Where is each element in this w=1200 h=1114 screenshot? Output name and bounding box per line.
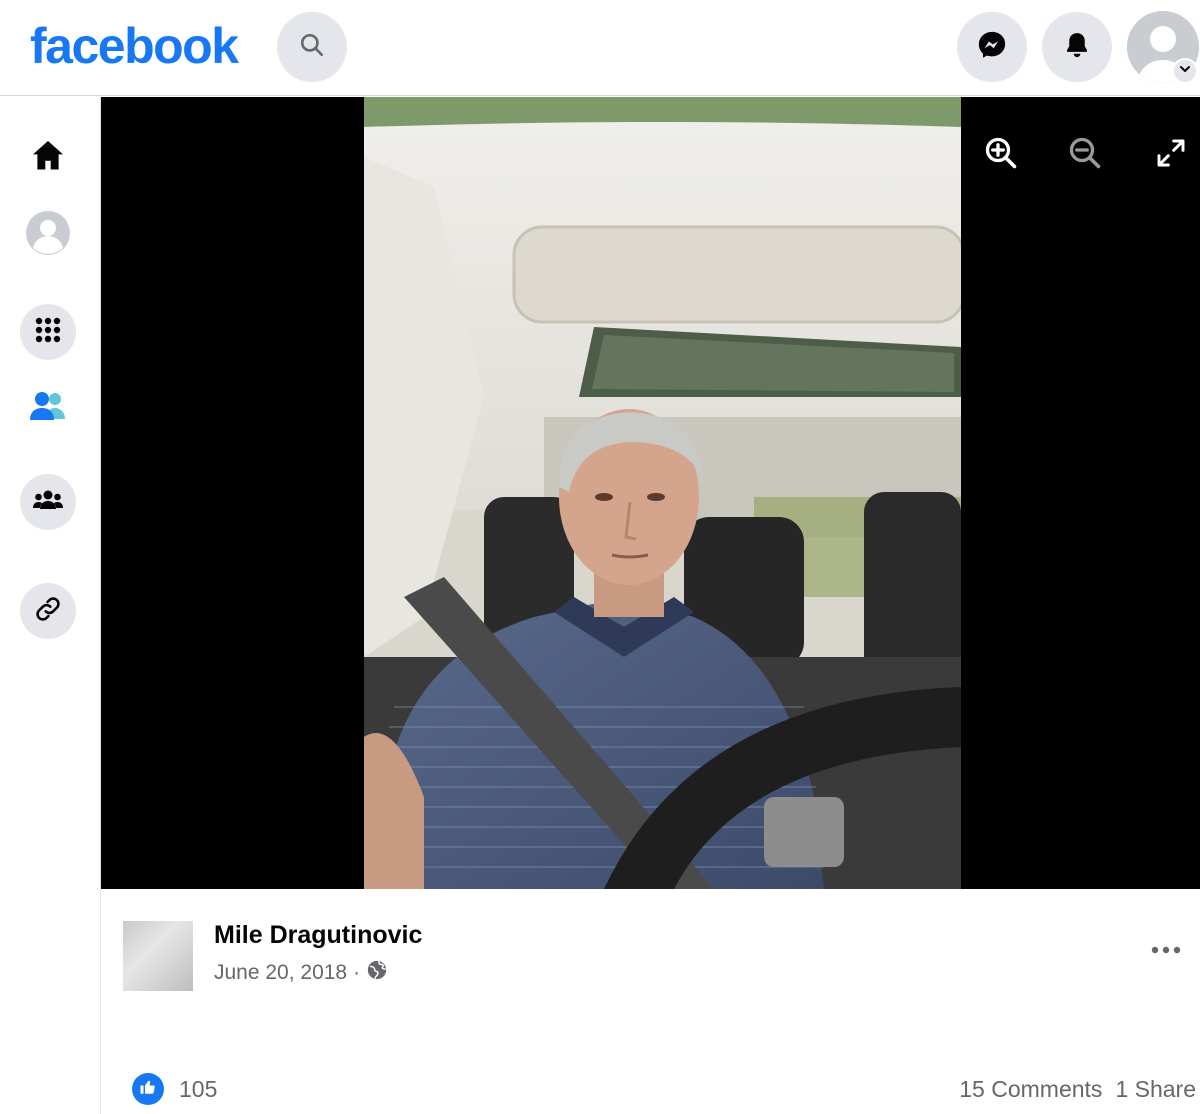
apps-grid-icon: [33, 315, 63, 350]
photo-viewer: [101, 97, 1200, 889]
post-date[interactable]: June 20, 2018: [214, 961, 347, 985]
account-menu-chevron[interactable]: [1172, 58, 1198, 84]
home-icon: [29, 137, 67, 180]
fullscreen-button[interactable]: [1151, 135, 1191, 175]
messenger-icon: [976, 29, 1008, 66]
top-navigation-bar: facebook: [0, 0, 1200, 96]
more-horizontal-icon: [1151, 941, 1181, 959]
like-reaction-badge[interactable]: [132, 1073, 164, 1105]
bell-icon: [1062, 30, 1092, 65]
zoom-out-icon: [1067, 135, 1103, 176]
fullscreen-icon: [1155, 137, 1187, 174]
sidebar-item-home[interactable]: [26, 136, 70, 180]
author-name[interactable]: Mile Dragutinovic: [214, 921, 422, 950]
like-count[interactable]: 105: [179, 1076, 217, 1103]
shares-count[interactable]: 1 Share: [1115, 1076, 1196, 1103]
zoom-out-button[interactable]: [1065, 135, 1105, 175]
post-meta: June 20, 2018 ·: [214, 959, 388, 987]
sidebar-item-friends[interactable]: [26, 386, 70, 430]
search-icon: [299, 32, 325, 63]
notifications-button[interactable]: [1042, 12, 1112, 82]
sidebar-item-groups[interactable]: [20, 474, 76, 530]
profile-icon: [25, 210, 71, 261]
facebook-logo[interactable]: facebook: [30, 18, 239, 74]
globe-icon[interactable]: [366, 959, 388, 987]
post-photo[interactable]: [364, 97, 961, 889]
sidebar-item-link[interactable]: [20, 583, 76, 639]
left-sidebar: [0, 96, 100, 1114]
thumbs-up-icon: [139, 1078, 157, 1101]
sidebar-item-menu[interactable]: [20, 304, 76, 360]
zoom-in-button[interactable]: [981, 135, 1021, 175]
post-stats: 15 Comments 1 Share: [959, 1076, 1196, 1103]
groups-icon: [33, 489, 63, 516]
link-icon: [34, 595, 62, 628]
chevron-down-icon: [1178, 62, 1192, 81]
messenger-button[interactable]: [957, 12, 1027, 82]
more-options-button[interactable]: [1146, 935, 1186, 965]
zoom-in-icon: [983, 135, 1019, 176]
meta-separator: ·: [353, 961, 361, 984]
friends-icon: [28, 389, 68, 428]
sidebar-item-profile[interactable]: [25, 210, 71, 261]
post-details: Mile Dragutinovic June 20, 2018 · 105 15…: [101, 889, 1200, 1114]
comments-count[interactable]: 15 Comments: [959, 1076, 1102, 1103]
search-button[interactable]: [277, 12, 347, 82]
author-avatar[interactable]: [123, 921, 193, 991]
